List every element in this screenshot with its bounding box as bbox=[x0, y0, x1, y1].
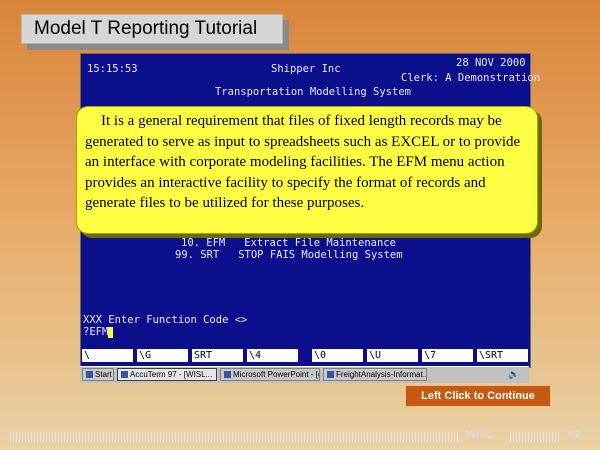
taskbar-item-label: AccuTerm 97 - [WISL... bbox=[130, 370, 213, 379]
function-key-4[interactable]: \4 bbox=[247, 349, 298, 362]
function-key-bar: \ \G SRT \4 \0 \U \7 \SRT bbox=[81, 349, 530, 363]
explanation-callout: It is a general requirement that files o… bbox=[76, 106, 538, 234]
windows-logo-icon bbox=[86, 371, 93, 379]
text-cursor bbox=[108, 326, 114, 338]
callout-text: It is a general requirement that files o… bbox=[85, 113, 521, 211]
footer-org: WISL bbox=[466, 429, 494, 441]
taskbar-item-powerpoint[interactable]: Microsoft PowerPoint - [ed... bbox=[220, 368, 320, 381]
freight-app-icon bbox=[327, 371, 334, 379]
taskbar-item-label: Microsoft PowerPoint - [ed... bbox=[233, 370, 319, 379]
taskbar-item-freight[interactable]: FreightAnalysis-Informat... bbox=[323, 368, 427, 381]
slide-title: Model T Reporting Tutorial bbox=[21, 14, 283, 44]
menu-item-srt[interactable]: 99. SRT STOP FAIS Modelling System bbox=[175, 249, 403, 261]
page-number: 67 bbox=[568, 429, 581, 441]
footer-barcode-left bbox=[10, 432, 460, 442]
function-code-input[interactable]: ?EFM bbox=[83, 326, 114, 338]
windows-taskbar: Start AccuTerm 97 - [WISL... Microsoft P… bbox=[80, 366, 529, 383]
continue-button[interactable]: Left Click to Continue bbox=[405, 385, 551, 407]
function-key-6[interactable]: \U bbox=[367, 349, 418, 362]
footer-barcode-right bbox=[510, 432, 560, 442]
volume-icon[interactable]: 🔊 bbox=[508, 369, 519, 380]
slide-footer: WISL 67 bbox=[10, 429, 590, 445]
taskbar-item-accuterm[interactable]: AccuTerm 97 - [WISL... bbox=[117, 368, 217, 381]
function-key-1[interactable]: \ bbox=[82, 349, 133, 362]
function-key-8[interactable]: \SRT bbox=[477, 349, 528, 362]
slide-title-text: Model T Reporting Tutorial bbox=[34, 18, 258, 39]
menu-item-efm[interactable]: 10. EFM Extract File Maintenance bbox=[181, 237, 396, 249]
terminal-time: 15:15:53 bbox=[87, 63, 138, 75]
taskbar-item-label: FreightAnalysis-Informat... bbox=[336, 370, 427, 379]
function-key-7[interactable]: \7 bbox=[422, 349, 473, 362]
function-key-3[interactable]: SRT bbox=[192, 349, 243, 362]
powerpoint-app-icon bbox=[224, 371, 231, 379]
terminal-system-title: Transportation Modelling System bbox=[215, 86, 411, 98]
start-button[interactable]: Start bbox=[82, 368, 114, 381]
function-key-5[interactable]: \0 bbox=[312, 349, 363, 362]
continue-button-label: Left Click to Continue bbox=[421, 390, 535, 402]
function-code-prompt: XXX Enter Function Code <> bbox=[83, 314, 248, 326]
function-key-2[interactable]: \G bbox=[137, 349, 188, 362]
function-code-value[interactable]: ?EFM bbox=[83, 326, 108, 338]
terminal-clerk: Clerk: A Demonstration bbox=[401, 72, 541, 84]
terminal-company: Shipper Inc bbox=[271, 63, 341, 75]
terminal-date: 28 NOV 2000 bbox=[456, 57, 526, 69]
start-label: Start bbox=[95, 370, 112, 379]
terminal-app-icon bbox=[121, 371, 128, 379]
